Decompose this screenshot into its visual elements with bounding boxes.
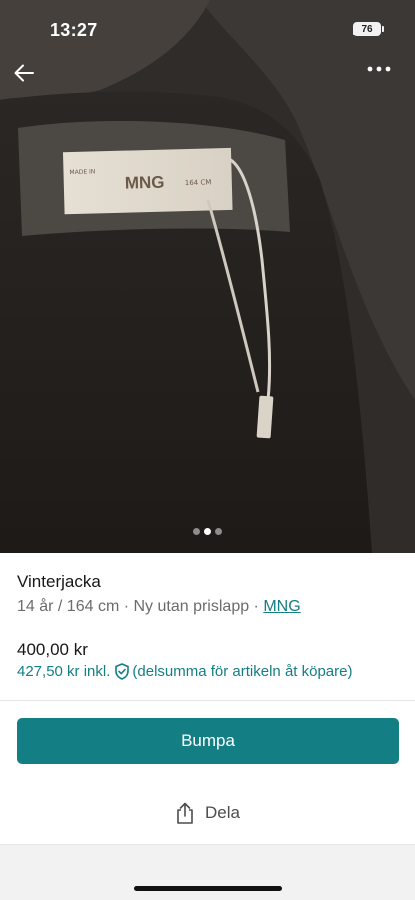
shield-check-icon <box>114 663 130 680</box>
carousel-dot[interactable] <box>215 528 222 535</box>
brand-link[interactable]: MNG <box>263 598 300 615</box>
share-icon <box>177 802 193 824</box>
arrow-left-icon <box>14 64 34 82</box>
label-brand-text: MNG <box>125 173 165 193</box>
status-bar: 13:27 76 <box>0 0 415 60</box>
more-options-button[interactable] <box>367 66 401 92</box>
share-label: Dela <box>205 803 240 822</box>
jacket-photo-illustration: MADE IN MNG 164 CM <box>0 0 415 553</box>
bump-button[interactable]: Bumpa <box>17 718 399 764</box>
carousel-pager <box>0 528 415 535</box>
status-icons: 76 <box>353 22 384 36</box>
item-meta-text: 14 år / 164 cm · Ny utan prislapp · <box>17 598 264 615</box>
item-title: Vinterjacka <box>17 572 101 591</box>
battery-level: 76 <box>361 23 373 35</box>
price-incl-note: (delsumma för artikeln åt köpare) <box>132 663 353 680</box>
carousel-dot-active[interactable] <box>204 528 211 535</box>
item-details: Vinterjacka 14 år / 164 cm · Ny utan pri… <box>17 572 402 616</box>
back-button[interactable] <box>14 64 44 94</box>
svg-text:MADE IN: MADE IN <box>69 168 95 176</box>
share-button[interactable]: Dela <box>0 796 415 830</box>
home-indicator[interactable] <box>134 886 282 891</box>
item-meta: 14 år / 164 cm · Ny utan prislapp · MNG <box>17 598 402 616</box>
status-time: 13:27 <box>50 20 98 40</box>
bottom-section <box>0 844 415 900</box>
label-size-text: 164 CM <box>185 178 212 187</box>
item-price: 400,00 kr <box>17 640 88 659</box>
battery-icon: 76 <box>353 22 384 36</box>
item-photo[interactable]: MADE IN MNG 164 CM 13:27 76 <box>0 0 415 553</box>
more-dots-icon <box>367 66 391 72</box>
divider <box>0 700 415 701</box>
carousel-dot[interactable] <box>193 528 200 535</box>
buyer-protection-price[interactable]: 427,50 kr inkl. (delsumma för artikeln å… <box>17 663 352 680</box>
price-incl-amount: 427,50 kr inkl. <box>17 663 111 680</box>
